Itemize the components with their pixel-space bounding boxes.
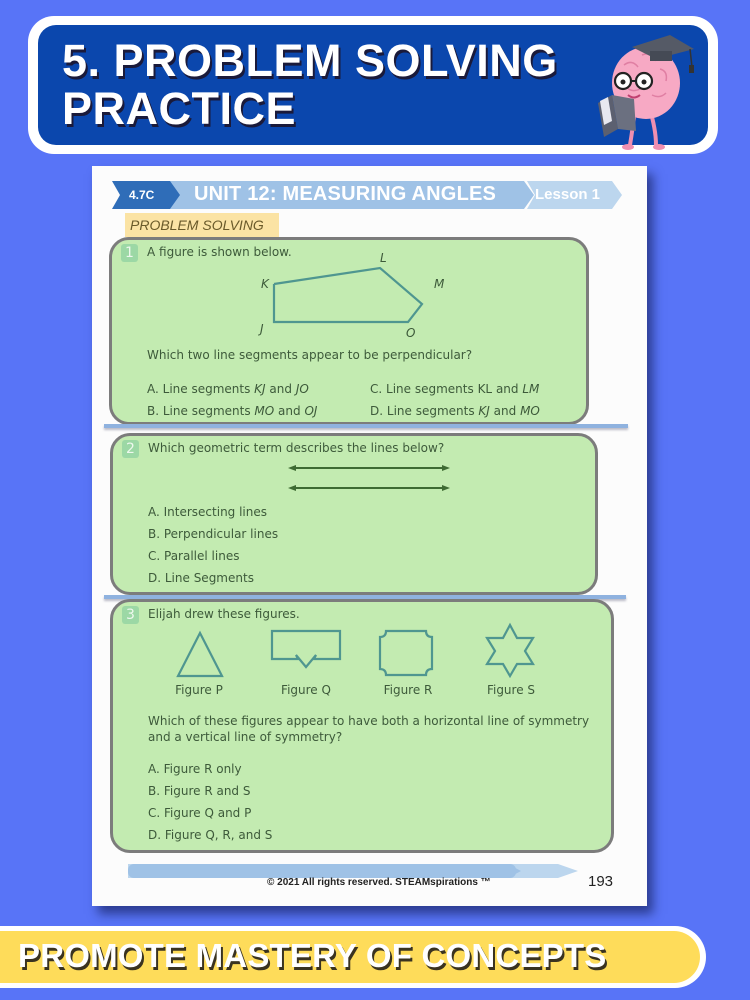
question-prompt: A figure is shown below. [147, 245, 292, 259]
option-text: Line segments [162, 382, 255, 396]
question-text: Which two line segments appear to be per… [147, 348, 473, 362]
answer-option-b[interactable]: B. Figure R and S [148, 784, 250, 798]
tagline-text: PROMOTE MASTERY OF CONCEPTS [18, 937, 607, 974]
tagline-banner-inner: PROMOTE MASTERY OF CONCEPTS [0, 931, 700, 983]
section-divider [104, 424, 628, 428]
option-text: and [492, 382, 523, 396]
worksheet-page: 4.7C UNIT 12: MEASURING ANGLES Lesson 1 … [92, 166, 647, 906]
option-text: and [274, 404, 305, 418]
page-title: 5. PROBLEM SOLVING PRACTICE [62, 37, 602, 133]
question-text-line-1: Which of these figures appear to have bo… [148, 714, 590, 728]
segment-name: KL [477, 382, 493, 396]
header-banner: 5. PROBLEM SOLVING PRACTICE [28, 16, 718, 154]
question-text-line-2: and a vertical line of symmetry? [148, 730, 343, 744]
segment-name: MO [254, 404, 275, 418]
answer-option-d[interactable]: D. Line Segments [148, 571, 254, 585]
option-text: Line segments [162, 404, 255, 418]
title-line-1: 5. PROBLEM SOLVING [62, 35, 558, 86]
unit-header-bar: 4.7C UNIT 12: MEASURING ANGLES Lesson 1 [112, 181, 622, 209]
option-letter: D. [370, 404, 384, 418]
question-1-card: 1 A figure is shown below. K L M O J Whi… [109, 237, 589, 425]
segment-name: MO [520, 404, 540, 418]
vertex-label: K [261, 277, 269, 291]
segment-name: KJ [254, 382, 266, 396]
figure-s-star [485, 622, 535, 678]
segment-name: JO [295, 382, 309, 396]
lesson-label: Lesson 1 [535, 186, 601, 203]
question-number: 3 [122, 606, 139, 624]
figure-p-triangle [176, 630, 224, 678]
answer-option-a[interactable]: A. Line segments KJ and JO [147, 382, 309, 396]
answer-option-c[interactable]: C. Parallel lines [148, 549, 239, 563]
footer-progress-bar [128, 864, 578, 878]
unit-title: UNIT 12: MEASURING ANGLES [194, 183, 497, 205]
option-text: Line segments [386, 404, 479, 418]
answer-option-d[interactable]: D. Line segments KJ and MO [370, 404, 540, 418]
question-prompt: Which geometric term describes the lines… [148, 441, 445, 455]
option-text: and [265, 382, 296, 396]
option-text: Line segments [386, 382, 478, 396]
header-banner-inner: 5. PROBLEM SOLVING PRACTICE [38, 25, 708, 150]
figure-label: Figure R [383, 683, 433, 697]
parallel-lines-figure [288, 465, 450, 491]
title-line-2: PRACTICE [62, 83, 297, 134]
question-2-card: 2 Which geometric term describes the lin… [110, 433, 598, 595]
vertex-label: L [380, 251, 387, 265]
page-number: 193 [588, 873, 614, 890]
option-letter: A. [147, 382, 159, 396]
answer-option-a[interactable]: A. Figure R only [148, 762, 242, 776]
answer-option-d[interactable]: D. Figure Q, R, and S [148, 828, 272, 842]
figure-q-arrow-box [270, 629, 342, 669]
vertex-label: J [260, 322, 264, 336]
answer-option-a[interactable]: A. Intersecting lines [148, 505, 267, 519]
segment-name: LM [522, 382, 540, 396]
question-number: 2 [122, 440, 139, 458]
question-number: 1 [121, 244, 138, 262]
figure-label: Figure S [486, 683, 536, 697]
option-letter: B. [147, 404, 160, 418]
question-3-card: 3 Elijah drew these figures. Figure P Fi… [110, 599, 614, 853]
answer-option-c[interactable]: C. Figure Q and P [148, 806, 251, 820]
figure-label: Figure P [175, 683, 223, 697]
brain-graduate-reading-icon [598, 35, 694, 150]
figure-label: Figure Q [281, 683, 331, 697]
answer-option-b[interactable]: B. Perpendicular lines [148, 527, 278, 541]
unit-code: 4.7C [129, 188, 155, 202]
tagline-banner: PROMOTE MASTERY OF CONCEPTS [0, 926, 706, 988]
figure-r-notched-rect [378, 629, 434, 677]
segment-name: KJ [478, 404, 490, 418]
segment-name: OJ [304, 404, 318, 418]
answer-option-b[interactable]: B. Line segments MO and OJ [147, 404, 317, 418]
option-text: and [489, 404, 521, 418]
option-letter: C. [370, 382, 383, 396]
vertex-label: O [406, 326, 416, 340]
copyright-text: © 2021 All rights reserved. STEAMspirati… [267, 877, 491, 888]
section-tag: PROBLEM SOLVING [125, 213, 279, 237]
question-prompt: Elijah drew these figures. [148, 607, 300, 621]
answer-option-c[interactable]: C. Line segments KL and LM [370, 382, 539, 396]
vertex-label: M [434, 277, 445, 291]
